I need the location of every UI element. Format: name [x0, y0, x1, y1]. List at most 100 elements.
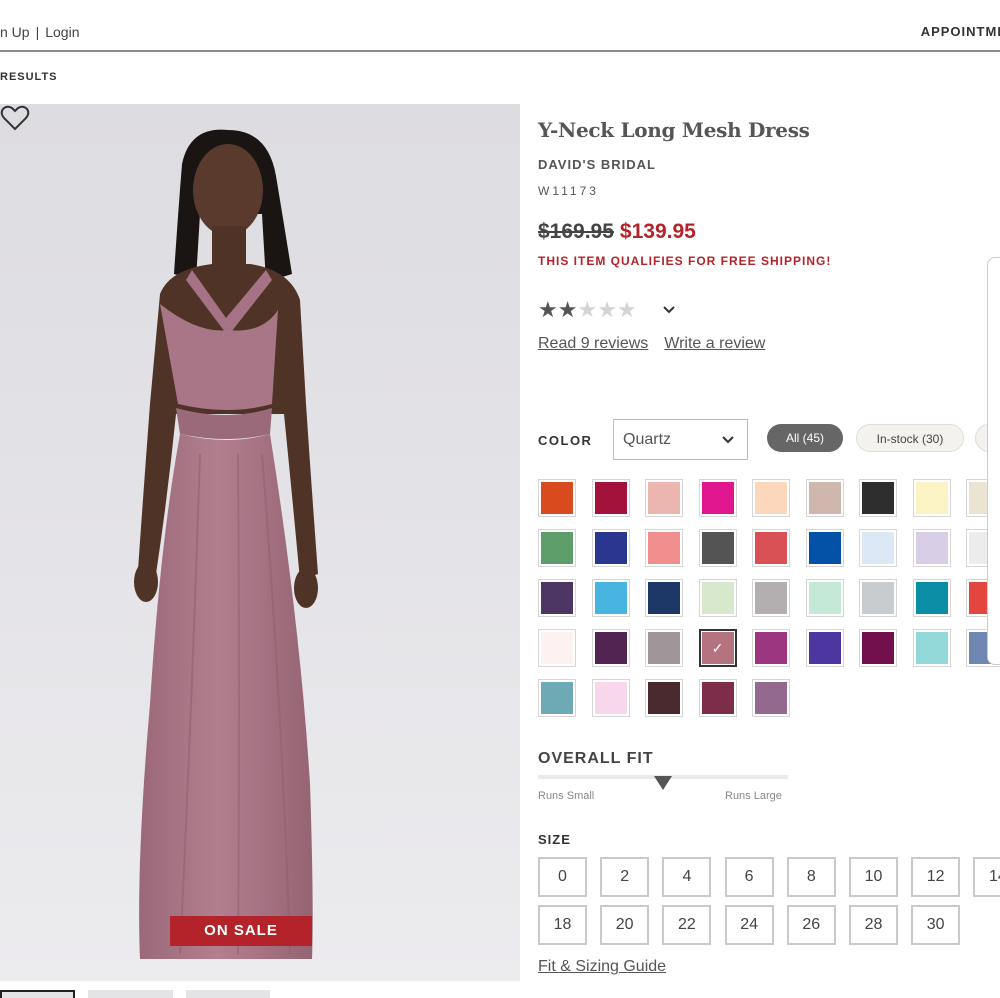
- fit-runs-small: Runs Small: [538, 790, 595, 802]
- swatch-color: [701, 582, 734, 614]
- size-option[interactable]: 18: [538, 905, 587, 945]
- swatch-color: [701, 532, 734, 564]
- fit-sizing-guide-link[interactable]: Fit & Sizing Guide: [538, 958, 666, 976]
- color-swatch[interactable]: [538, 629, 576, 667]
- color-swatch[interactable]: [859, 529, 897, 567]
- size-option[interactable]: 26: [786, 905, 836, 945]
- size-option[interactable]: 20: [600, 905, 650, 945]
- product-image[interactable]: [0, 104, 520, 981]
- side-panel[interactable]: [987, 257, 1000, 665]
- swatch-color: [541, 682, 573, 714]
- swatch-color: [648, 532, 680, 564]
- size-label: SIZE: [538, 832, 571, 847]
- color-swatch[interactable]: [752, 479, 790, 517]
- chevron-down-icon[interactable]: [662, 305, 676, 315]
- signup-link[interactable]: n Up: [0, 24, 30, 40]
- review-links: Read 9 reviews Write a review: [538, 335, 781, 353]
- swatch-color: [541, 482, 573, 514]
- checkmark-icon: ✓: [711, 639, 724, 656]
- top-bar: n Up | Login APPOINTMENTS: [0, 0, 1000, 52]
- swatch-color: [862, 482, 894, 514]
- color-swatch[interactable]: [645, 579, 683, 617]
- size-option[interactable]: 28: [849, 905, 898, 945]
- size-option[interactable]: 24: [724, 905, 774, 945]
- color-swatch[interactable]: [752, 679, 790, 717]
- star-icon: ★: [538, 297, 558, 322]
- appointments-link[interactable]: APPOINTMENTS: [921, 24, 1000, 39]
- swatch-color: [808, 632, 841, 664]
- swatch-color: [808, 482, 841, 514]
- color-swatch[interactable]: [538, 579, 576, 617]
- thumbnail-3[interactable]: [186, 990, 270, 998]
- favorite-heart-icon[interactable]: [0, 104, 30, 132]
- filter-all[interactable]: All (45): [767, 424, 843, 452]
- read-reviews-link[interactable]: Read 9 reviews: [538, 335, 648, 352]
- swatch-color: [541, 632, 573, 664]
- thumbnail-1[interactable]: [0, 990, 75, 998]
- back-to-results-link[interactable]: RESULTS: [0, 71, 58, 83]
- color-swatch[interactable]: [698, 529, 737, 567]
- color-swatch[interactable]: [912, 579, 951, 617]
- star-icon: ★: [577, 297, 598, 322]
- size-option[interactable]: 22: [662, 905, 712, 945]
- color-swatch[interactable]: [698, 579, 737, 617]
- color-swatch[interactable]: [591, 529, 630, 567]
- size-option[interactable]: 30: [911, 905, 961, 945]
- color-swatch[interactable]: [538, 679, 576, 717]
- brand-name: DAVID'S BRIDAL: [538, 157, 656, 172]
- swatch-color: [862, 632, 894, 664]
- color-swatch[interactable]: ✓: [698, 629, 737, 667]
- color-swatch[interactable]: [912, 479, 951, 517]
- color-swatch[interactable]: [859, 629, 897, 667]
- color-swatch[interactable]: [912, 529, 951, 567]
- color-swatch[interactable]: [538, 529, 576, 567]
- filter-in-stock[interactable]: In-stock (30): [856, 424, 964, 452]
- size-option[interactable]: 8: [786, 857, 836, 897]
- size-option[interactable]: 10: [849, 857, 898, 897]
- color-swatch[interactable]: [645, 529, 683, 567]
- color-swatch[interactable]: [591, 479, 630, 517]
- size-option[interactable]: 14: [973, 857, 1000, 897]
- swatch-color: [594, 482, 627, 514]
- color-swatch[interactable]: [591, 579, 630, 617]
- color-label: COLOR: [538, 433, 593, 448]
- swatch-color: [755, 582, 787, 614]
- color-swatch[interactable]: [698, 679, 737, 717]
- color-swatch[interactable]: [859, 479, 897, 517]
- size-option[interactable]: 12: [911, 857, 961, 897]
- color-swatch[interactable]: [645, 479, 683, 517]
- size-option[interactable]: 2: [600, 857, 650, 897]
- color-swatch[interactable]: [859, 579, 897, 617]
- color-swatch[interactable]: [805, 629, 844, 667]
- color-swatch[interactable]: [912, 629, 951, 667]
- color-swatch[interactable]: [752, 579, 790, 617]
- color-swatch[interactable]: [752, 529, 790, 567]
- swatch-color: [755, 532, 787, 564]
- swatch-color: [862, 582, 894, 614]
- swatch-color: [701, 682, 734, 714]
- size-option[interactable]: 6: [724, 857, 774, 897]
- swatch-color: [541, 582, 573, 614]
- color-swatch[interactable]: [591, 629, 630, 667]
- color-swatch[interactable]: [538, 479, 576, 517]
- size-option[interactable]: 0: [538, 857, 587, 897]
- write-review-link[interactable]: Write a review: [664, 335, 765, 352]
- free-shipping-note: THIS ITEM QUALIFIES FOR FREE SHIPPING!: [538, 254, 832, 268]
- color-swatch[interactable]: [752, 629, 790, 667]
- size-option[interactable]: 4: [662, 857, 712, 897]
- color-dropdown[interactable]: Quartz: [613, 419, 748, 460]
- color-swatch[interactable]: [805, 479, 844, 517]
- sale-price: $139.95: [619, 220, 696, 243]
- swatch-color: [594, 582, 627, 614]
- thumbnail-2[interactable]: [88, 990, 173, 998]
- login-link[interactable]: Login: [45, 24, 79, 40]
- swatch-color: [648, 582, 680, 614]
- color-swatch[interactable]: [698, 479, 737, 517]
- color-swatch[interactable]: [591, 679, 630, 717]
- color-swatch[interactable]: [805, 529, 844, 567]
- color-swatch[interactable]: [645, 629, 683, 667]
- overall-fit-label: OVERALL FIT: [538, 750, 654, 767]
- color-swatch[interactable]: [645, 679, 683, 717]
- color-swatch[interactable]: [805, 579, 844, 617]
- rating-stars[interactable]: ★★★★★: [538, 297, 637, 323]
